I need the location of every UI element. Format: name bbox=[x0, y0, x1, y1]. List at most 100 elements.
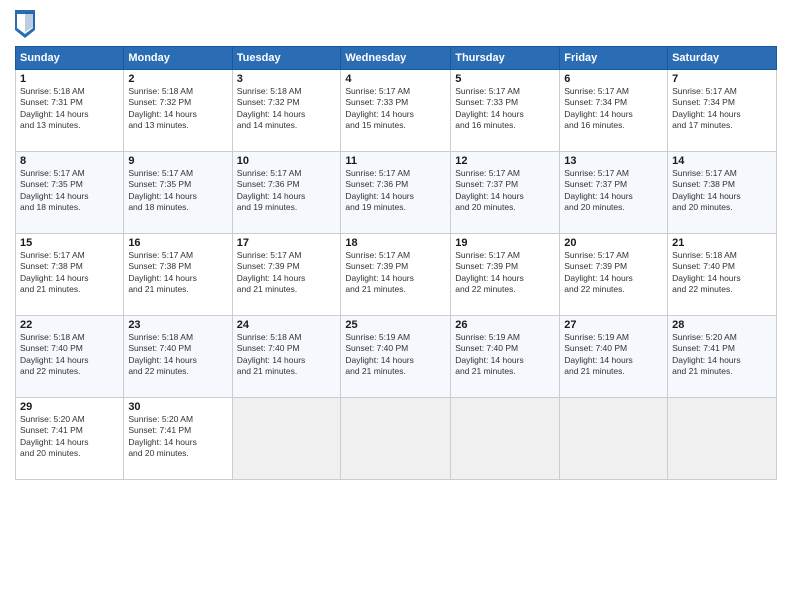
calendar-cell bbox=[560, 398, 668, 480]
page: SundayMondayTuesdayWednesdayThursdayFrid… bbox=[0, 0, 792, 612]
weekday-header-tuesday: Tuesday bbox=[232, 47, 341, 70]
calendar-week-row: 1 Sunrise: 5:18 AMSunset: 7:31 PMDayligh… bbox=[16, 70, 777, 152]
day-info: Sunrise: 5:19 AMSunset: 7:40 PMDaylight:… bbox=[564, 332, 663, 378]
calendar-cell: 9 Sunrise: 5:17 AMSunset: 7:35 PMDayligh… bbox=[124, 152, 232, 234]
day-info: Sunrise: 5:20 AMSunset: 7:41 PMDaylight:… bbox=[128, 414, 227, 460]
calendar-cell: 28 Sunrise: 5:20 AMSunset: 7:41 PMDaylig… bbox=[668, 316, 777, 398]
day-number: 10 bbox=[237, 155, 337, 167]
calendar-week-row: 15 Sunrise: 5:17 AMSunset: 7:38 PMDaylig… bbox=[16, 234, 777, 316]
calendar-cell: 24 Sunrise: 5:18 AMSunset: 7:40 PMDaylig… bbox=[232, 316, 341, 398]
day-info: Sunrise: 5:17 AMSunset: 7:34 PMDaylight:… bbox=[672, 86, 772, 132]
day-info: Sunrise: 5:18 AMSunset: 7:31 PMDaylight:… bbox=[20, 86, 119, 132]
calendar-cell: 11 Sunrise: 5:17 AMSunset: 7:36 PMDaylig… bbox=[341, 152, 451, 234]
day-number: 27 bbox=[564, 319, 663, 331]
header bbox=[15, 10, 777, 38]
day-info: Sunrise: 5:17 AMSunset: 7:34 PMDaylight:… bbox=[564, 86, 663, 132]
day-info: Sunrise: 5:17 AMSunset: 7:38 PMDaylight:… bbox=[20, 250, 119, 296]
calendar-cell bbox=[451, 398, 560, 480]
calendar-cell: 4 Sunrise: 5:17 AMSunset: 7:33 PMDayligh… bbox=[341, 70, 451, 152]
day-info: Sunrise: 5:17 AMSunset: 7:37 PMDaylight:… bbox=[564, 168, 663, 214]
calendar-cell: 21 Sunrise: 5:18 AMSunset: 7:40 PMDaylig… bbox=[668, 234, 777, 316]
weekday-header-wednesday: Wednesday bbox=[341, 47, 451, 70]
day-info: Sunrise: 5:17 AMSunset: 7:36 PMDaylight:… bbox=[237, 168, 337, 214]
day-info: Sunrise: 5:17 AMSunset: 7:39 PMDaylight:… bbox=[455, 250, 555, 296]
day-number: 1 bbox=[20, 73, 119, 85]
calendar-week-row: 8 Sunrise: 5:17 AMSunset: 7:35 PMDayligh… bbox=[16, 152, 777, 234]
day-number: 19 bbox=[455, 237, 555, 249]
calendar-cell: 1 Sunrise: 5:18 AMSunset: 7:31 PMDayligh… bbox=[16, 70, 124, 152]
day-info: Sunrise: 5:17 AMSunset: 7:39 PMDaylight:… bbox=[237, 250, 337, 296]
day-number: 6 bbox=[564, 73, 663, 85]
calendar-cell: 20 Sunrise: 5:17 AMSunset: 7:39 PMDaylig… bbox=[560, 234, 668, 316]
day-number: 9 bbox=[128, 155, 227, 167]
calendar-cell: 5 Sunrise: 5:17 AMSunset: 7:33 PMDayligh… bbox=[451, 70, 560, 152]
calendar-week-row: 29 Sunrise: 5:20 AMSunset: 7:41 PMDaylig… bbox=[16, 398, 777, 480]
calendar-cell: 19 Sunrise: 5:17 AMSunset: 7:39 PMDaylig… bbox=[451, 234, 560, 316]
weekday-header-thursday: Thursday bbox=[451, 47, 560, 70]
day-number: 23 bbox=[128, 319, 227, 331]
day-number: 20 bbox=[564, 237, 663, 249]
day-info: Sunrise: 5:17 AMSunset: 7:37 PMDaylight:… bbox=[455, 168, 555, 214]
day-number: 18 bbox=[345, 237, 446, 249]
calendar-cell: 25 Sunrise: 5:19 AMSunset: 7:40 PMDaylig… bbox=[341, 316, 451, 398]
day-number: 26 bbox=[455, 319, 555, 331]
calendar-cell: 14 Sunrise: 5:17 AMSunset: 7:38 PMDaylig… bbox=[668, 152, 777, 234]
day-info: Sunrise: 5:18 AMSunset: 7:32 PMDaylight:… bbox=[128, 86, 227, 132]
calendar-cell: 2 Sunrise: 5:18 AMSunset: 7:32 PMDayligh… bbox=[124, 70, 232, 152]
calendar-cell bbox=[232, 398, 341, 480]
calendar-cell: 16 Sunrise: 5:17 AMSunset: 7:38 PMDaylig… bbox=[124, 234, 232, 316]
day-number: 24 bbox=[237, 319, 337, 331]
day-info: Sunrise: 5:17 AMSunset: 7:39 PMDaylight:… bbox=[564, 250, 663, 296]
day-number: 3 bbox=[237, 73, 337, 85]
calendar-cell: 27 Sunrise: 5:19 AMSunset: 7:40 PMDaylig… bbox=[560, 316, 668, 398]
day-info: Sunrise: 5:20 AMSunset: 7:41 PMDaylight:… bbox=[672, 332, 772, 378]
calendar-cell: 3 Sunrise: 5:18 AMSunset: 7:32 PMDayligh… bbox=[232, 70, 341, 152]
weekday-header-sunday: Sunday bbox=[16, 47, 124, 70]
day-info: Sunrise: 5:17 AMSunset: 7:38 PMDaylight:… bbox=[672, 168, 772, 214]
day-number: 13 bbox=[564, 155, 663, 167]
calendar-cell: 22 Sunrise: 5:18 AMSunset: 7:40 PMDaylig… bbox=[16, 316, 124, 398]
day-info: Sunrise: 5:18 AMSunset: 7:32 PMDaylight:… bbox=[237, 86, 337, 132]
calendar-cell: 23 Sunrise: 5:18 AMSunset: 7:40 PMDaylig… bbox=[124, 316, 232, 398]
calendar-cell: 12 Sunrise: 5:17 AMSunset: 7:37 PMDaylig… bbox=[451, 152, 560, 234]
day-info: Sunrise: 5:20 AMSunset: 7:41 PMDaylight:… bbox=[20, 414, 119, 460]
calendar-cell: 10 Sunrise: 5:17 AMSunset: 7:36 PMDaylig… bbox=[232, 152, 341, 234]
calendar-cell bbox=[668, 398, 777, 480]
day-info: Sunrise: 5:18 AMSunset: 7:40 PMDaylight:… bbox=[237, 332, 337, 378]
day-number: 11 bbox=[345, 155, 446, 167]
day-number: 25 bbox=[345, 319, 446, 331]
day-number: 14 bbox=[672, 155, 772, 167]
weekday-header-row: SundayMondayTuesdayWednesdayThursdayFrid… bbox=[16, 47, 777, 70]
calendar-cell bbox=[341, 398, 451, 480]
calendar-cell: 15 Sunrise: 5:17 AMSunset: 7:38 PMDaylig… bbox=[16, 234, 124, 316]
calendar-cell: 7 Sunrise: 5:17 AMSunset: 7:34 PMDayligh… bbox=[668, 70, 777, 152]
calendar-cell: 26 Sunrise: 5:19 AMSunset: 7:40 PMDaylig… bbox=[451, 316, 560, 398]
day-info: Sunrise: 5:17 AMSunset: 7:38 PMDaylight:… bbox=[128, 250, 227, 296]
day-info: Sunrise: 5:17 AMSunset: 7:35 PMDaylight:… bbox=[128, 168, 227, 214]
logo-icon bbox=[15, 10, 35, 38]
day-info: Sunrise: 5:17 AMSunset: 7:36 PMDaylight:… bbox=[345, 168, 446, 214]
day-number: 8 bbox=[20, 155, 119, 167]
day-number: 7 bbox=[672, 73, 772, 85]
day-number: 30 bbox=[128, 401, 227, 413]
day-info: Sunrise: 5:17 AMSunset: 7:33 PMDaylight:… bbox=[455, 86, 555, 132]
day-number: 4 bbox=[345, 73, 446, 85]
day-number: 5 bbox=[455, 73, 555, 85]
calendar-cell: 17 Sunrise: 5:17 AMSunset: 7:39 PMDaylig… bbox=[232, 234, 341, 316]
calendar-table: SundayMondayTuesdayWednesdayThursdayFrid… bbox=[15, 46, 777, 480]
day-info: Sunrise: 5:18 AMSunset: 7:40 PMDaylight:… bbox=[672, 250, 772, 296]
day-number: 21 bbox=[672, 237, 772, 249]
calendar-cell: 30 Sunrise: 5:20 AMSunset: 7:41 PMDaylig… bbox=[124, 398, 232, 480]
day-number: 17 bbox=[237, 237, 337, 249]
day-info: Sunrise: 5:17 AMSunset: 7:39 PMDaylight:… bbox=[345, 250, 446, 296]
weekday-header-friday: Friday bbox=[560, 47, 668, 70]
logo bbox=[15, 10, 39, 38]
day-info: Sunrise: 5:17 AMSunset: 7:33 PMDaylight:… bbox=[345, 86, 446, 132]
day-number: 28 bbox=[672, 319, 772, 331]
calendar-cell: 29 Sunrise: 5:20 AMSunset: 7:41 PMDaylig… bbox=[16, 398, 124, 480]
calendar-cell: 13 Sunrise: 5:17 AMSunset: 7:37 PMDaylig… bbox=[560, 152, 668, 234]
day-number: 2 bbox=[128, 73, 227, 85]
weekday-header-saturday: Saturday bbox=[668, 47, 777, 70]
weekday-header-monday: Monday bbox=[124, 47, 232, 70]
day-number: 15 bbox=[20, 237, 119, 249]
